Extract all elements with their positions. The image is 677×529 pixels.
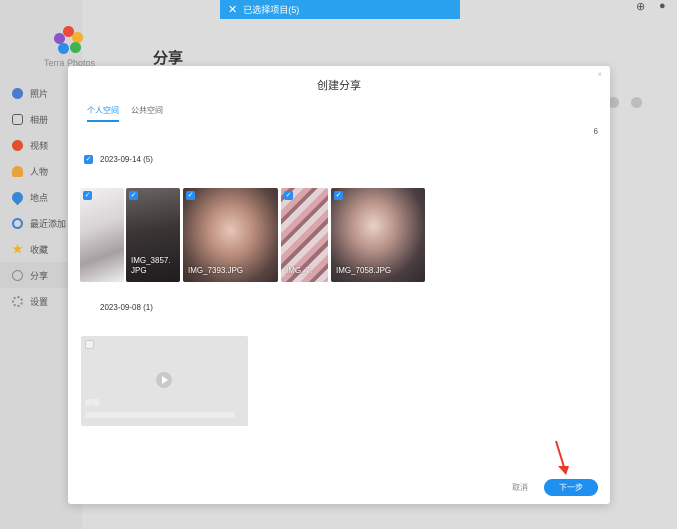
group-header: 2023-09-08 (1) <box>100 303 153 312</box>
item-checkbox[interactable]: ✓ <box>334 191 343 200</box>
video-caption-bar <box>85 412 235 418</box>
sidebar-item-label: 设置 <box>30 296 49 307</box>
next-step-button[interactable]: 下一步 <box>544 479 598 496</box>
circle-icon <box>631 97 642 108</box>
photo-thumbnail[interactable]: ✓ IMG_3857. JPG <box>126 188 180 282</box>
page-title: 分享 <box>153 50 184 67</box>
group-checkbox[interactable]: ✓ <box>84 155 93 164</box>
photo-name: IMG_7393.JPG <box>188 266 244 275</box>
sidebar-item-label: 照片 <box>30 88 49 99</box>
sidebar-item-label: 收藏 <box>30 244 49 255</box>
selection-banner: ✕ 已选择项目(5) <box>220 0 460 19</box>
photo-name: IMG_7058.JPG <box>336 266 392 275</box>
play-icon <box>156 372 172 388</box>
annotation-arrow-icon <box>555 440 569 475</box>
total-count: 6 <box>593 127 598 136</box>
video-icon <box>12 139 23 151</box>
photo-thumbnail[interactable]: ✓ IMG_7393.JPG <box>183 188 278 282</box>
settings-icon <box>12 295 23 307</box>
dialog-title: 创建分享 <box>317 80 361 92</box>
photo-name: IMG_3857. JPG <box>131 256 171 275</box>
user-icon[interactable]: ● <box>659 0 666 12</box>
photo-thumbnail[interactable]: ✓ <box>80 188 124 282</box>
album-icon <box>12 113 23 125</box>
group-header: ✓ 2023-09-14 (5) <box>84 155 153 164</box>
item-checkbox[interactable]: ✓ <box>83 191 92 200</box>
photo-thumbnail[interactable]: ✓ IMG_7058.JPG <box>331 188 425 282</box>
sidebar-item-label: 分享 <box>30 270 49 281</box>
group-date: 2023-09-14 (5) <box>100 155 153 164</box>
person-icon <box>12 165 23 177</box>
group-date: 2023-09-08 (1) <box>100 303 153 312</box>
item-checkbox[interactable]: ✓ <box>129 191 138 200</box>
sidebar-item-label: 最近添加 <box>30 218 67 229</box>
star-icon <box>12 243 23 254</box>
cancel-button[interactable]: 取消 <box>512 482 528 493</box>
location-icon <box>9 189 26 205</box>
item-checkbox[interactable]: ✓ <box>186 191 195 200</box>
tab-public-space[interactable]: 公共空间 <box>131 105 163 122</box>
sidebar-item-label: 地点 <box>30 192 49 203</box>
photo-thumbnail[interactable]: ✓ IMG_7. <box>281 188 328 282</box>
recent-icon <box>12 217 23 229</box>
dialog-footer: 取消 下一步 <box>512 479 598 496</box>
selection-count-text: 已选择项目(5) <box>243 5 300 15</box>
close-icon[interactable]: ✕ <box>228 3 237 16</box>
sidebar-item-label: 人物 <box>30 166 49 177</box>
space-tabs: 个人空间 公共空间 <box>87 105 163 122</box>
item-checkbox[interactable]: ✓ <box>284 191 293 200</box>
sidebar-item-label: 相册 <box>30 114 49 125</box>
video-name: 视频 <box>85 400 99 407</box>
photo-name: IMG_7. <box>286 266 313 275</box>
background-controls <box>608 97 642 108</box>
item-checkbox[interactable] <box>85 340 94 349</box>
share-icon <box>12 269 23 281</box>
video-thumbnail[interactable]: 视频 <box>81 336 248 426</box>
globe-icon[interactable]: ⊕ <box>636 0 645 13</box>
sidebar-item-label: 视频 <box>30 140 49 151</box>
photo-icon <box>12 87 23 99</box>
tab-personal-space[interactable]: 个人空间 <box>87 105 119 122</box>
create-share-dialog: × 创建分享 个人空间 公共空间 6 ✓ 2023-09-14 (5) ✓ ✓ … <box>68 66 610 504</box>
app-logo-icon <box>54 26 83 54</box>
